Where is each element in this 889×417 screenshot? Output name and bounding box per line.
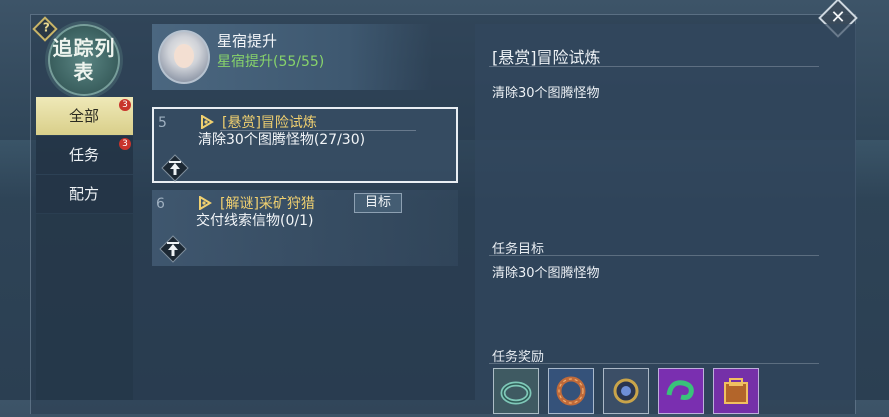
page-title: 追踪列表 bbox=[52, 36, 116, 84]
tracking-list-emblem: 追踪列表 bbox=[48, 24, 120, 96]
detail-title: [悬赏]冒险试炼 bbox=[492, 48, 601, 67]
ring-icon bbox=[500, 381, 532, 405]
avatar bbox=[158, 30, 210, 84]
quest-item-adventure-trial[interactable]: 5 [悬赏]冒险试炼 清除30个图腾怪物(27/30) bbox=[152, 107, 458, 183]
quest-detail-panel: [悬赏]冒险试炼 清除30个图腾怪物 任务目标 清除30个图腾怪物 任务奖励 bbox=[475, 24, 856, 414]
category-tabs: 全部 3 任务 3 配方 bbox=[36, 97, 133, 214]
pin-to-top-icon[interactable] bbox=[160, 153, 190, 183]
quest-index: 6 bbox=[156, 196, 165, 212]
tabs-background bbox=[36, 214, 133, 400]
reward-slot[interactable] bbox=[713, 368, 759, 414]
notification-badge: 3 bbox=[119, 99, 131, 111]
reward-slot[interactable] bbox=[493, 368, 539, 414]
reward-slot[interactable] bbox=[548, 368, 594, 414]
tracked-list: 星宿提升 星宿提升(55/55) 5 [悬赏]冒险试炼 清除30个图腾怪物(27… bbox=[152, 24, 470, 400]
quest-objective: 交付线索信物(0/1) bbox=[196, 213, 314, 229]
quest-index: 5 bbox=[158, 115, 167, 131]
tab-all[interactable]: 全部 3 bbox=[36, 97, 133, 135]
divider bbox=[489, 66, 819, 67]
star-progress: 星宿提升(55/55) bbox=[217, 54, 325, 70]
tab-recipes[interactable]: 配方 bbox=[36, 175, 133, 213]
goal-text: 清除30个图腾怪物 bbox=[492, 266, 600, 281]
tab-label: 任务 bbox=[69, 146, 100, 164]
divider bbox=[489, 363, 819, 364]
bracelet-icon bbox=[556, 376, 586, 406]
quest-tag-icon bbox=[201, 115, 214, 129]
star-upgrade-card[interactable]: 星宿提升 星宿提升(55/55) bbox=[152, 24, 432, 90]
tab-label: 配方 bbox=[69, 185, 100, 203]
gem-icon bbox=[613, 378, 639, 404]
goal-button[interactable]: 目标 bbox=[354, 193, 402, 213]
quest-objective: 清除30个图腾怪物(27/30) bbox=[198, 132, 366, 148]
tab-tasks[interactable]: 任务 3 bbox=[36, 136, 133, 174]
tab-label: 全部 bbox=[69, 107, 100, 125]
star-title: 星宿提升 bbox=[217, 32, 278, 50]
notification-badge: 3 bbox=[119, 138, 131, 150]
detail-description: 清除30个图腾怪物 bbox=[492, 86, 600, 101]
pin-to-top-icon[interactable] bbox=[158, 234, 188, 264]
jade-icon bbox=[666, 380, 694, 400]
quest-tag-icon bbox=[199, 196, 212, 210]
divider bbox=[489, 255, 819, 256]
chest-icon bbox=[724, 378, 748, 404]
reward-slot[interactable] bbox=[603, 368, 649, 414]
reward-slot[interactable] bbox=[658, 368, 704, 414]
quest-item-mining-hunt[interactable]: 6 [解谜]采矿狩猎 目标 交付线索信物(0/1) bbox=[152, 190, 458, 266]
